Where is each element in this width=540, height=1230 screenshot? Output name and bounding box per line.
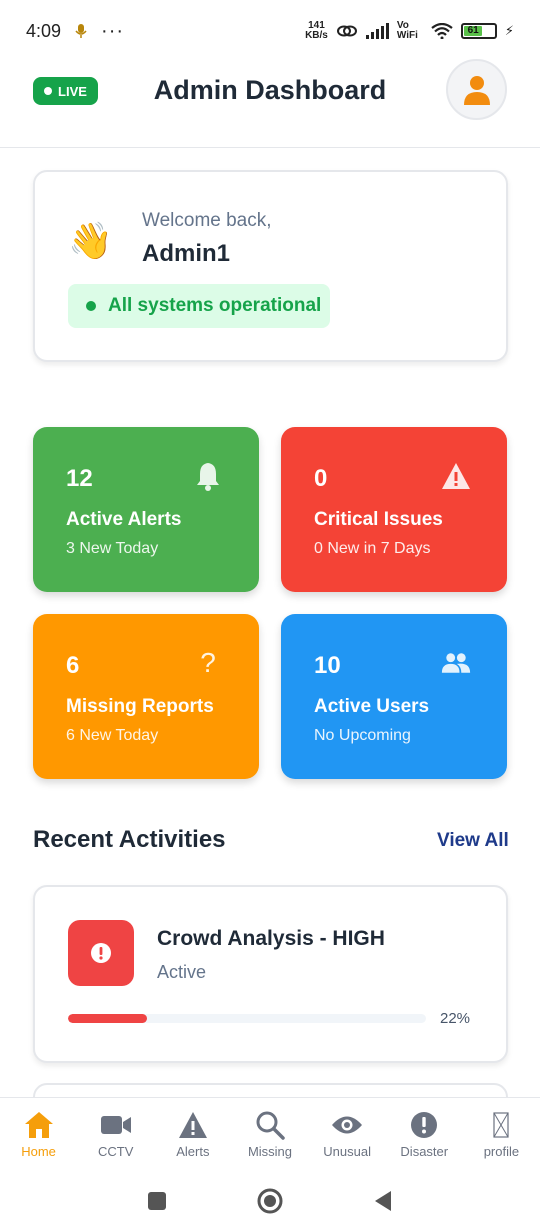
tab-label: Disaster [400,1144,449,1159]
video-icon [100,1110,132,1140]
bell-icon [193,461,223,491]
stat-subtext: 3 New Today [66,540,159,557]
status-bar: 4:09 ··· 141 KB/s Vo WiFi 61 ⚡ [0,0,540,62]
stat-card-missing-reports[interactable]: 6 ? Missing Reports 6 New Today [33,614,259,779]
activity-card[interactable]: Crowd Analysis - HIGH Active 22% [33,885,508,1063]
tab-cctv[interactable]: CCTV [77,1098,154,1171]
back-button[interactable] [373,1190,393,1212]
clock: 4:09 [26,20,62,41]
tab-disaster[interactable]: Disaster [386,1098,463,1171]
tab-label: Home [21,1144,56,1159]
stat-label: Active Users [314,696,430,717]
activity-progress-fill [68,1014,147,1023]
tab-label: Alerts [176,1144,210,1159]
home-icon [23,1110,55,1140]
activity-progress-bar [68,1014,426,1023]
search-icon [255,1110,285,1140]
stat-value: 12 [66,465,93,492]
stat-value: 0 [314,465,328,492]
more-icon: ··· [101,19,125,42]
stat-label: Missing Reports [66,696,214,717]
battery-icon: 61 [460,23,497,39]
tab-alerts[interactable]: Alerts [154,1098,231,1171]
stat-subtext: No Upcoming [314,727,411,744]
tab-label: Missing [247,1144,293,1159]
eye-icon [331,1110,363,1140]
link-icon [336,25,357,37]
welcome-greeting: Welcome back, [142,210,272,231]
welcome-card: 👋 Welcome back, Admin1 All systems opera… [33,170,508,362]
mic-icon [75,24,87,38]
broken-image-icon [493,1110,510,1140]
home-button[interactable] [257,1188,283,1214]
wifi-icon [431,23,453,39]
stat-card-active-users[interactable]: 10 Active Users No Upcoming [281,614,507,779]
stat-subtext: 0 New in 7 Days [314,540,431,557]
tab-missing[interactable]: Missing [231,1098,308,1171]
alert-circle-icon [68,920,134,986]
stat-label: Critical Issues [314,509,443,530]
question-icon: ? [200,647,216,678]
tab-label: CCTV [98,1144,134,1159]
activity-title: Crowd Analysis - HIGH [157,927,385,950]
app-header: LIVE Admin Dashboard [0,59,540,148]
activity-status: Active [157,962,207,982]
tab-home[interactable]: Home [0,1098,77,1171]
stat-value: 10 [314,652,341,679]
system-status-badge: All systems operational [68,284,330,328]
activity-progress-label: 22% [440,1010,471,1027]
signal-icon [365,23,389,39]
profile-avatar-button[interactable] [446,59,507,120]
status-dot-icon [86,301,96,311]
system-status-text: All systems operational [108,295,322,316]
stat-value: 6 [66,652,80,679]
stat-label: Active Alerts [66,509,182,530]
warning-icon [178,1110,208,1140]
waving-hand-icon: 👋 [68,220,113,261]
admin-name: Admin1 [142,240,231,267]
charging-icon: ⚡ [504,23,514,38]
user-icon [463,75,490,105]
warning-icon [441,461,471,491]
system-nav-bar [0,1171,540,1230]
recents-button[interactable] [147,1191,167,1211]
alert-circle-icon [410,1110,438,1140]
bottom-tab-bar: Home CCTV Alerts Missing Unusual Disaste… [0,1097,540,1171]
vowifi-label: Vo WiFi [396,20,418,41]
stat-card-critical-issues[interactable]: 0 Critical Issues 0 New in 7 Days [281,427,507,592]
users-icon [441,648,471,678]
tab-label: profile [483,1144,520,1159]
tab-label: Unusual [323,1144,371,1159]
network-speed: 141 KB/s [305,20,328,41]
tab-profile[interactable]: profile [463,1098,540,1171]
tab-unusual[interactable]: Unusual [309,1098,386,1171]
view-all-link[interactable]: View All [437,830,509,852]
recent-activities-title: Recent Activities [33,826,226,853]
stat-subtext: 6 New Today [66,727,159,744]
stat-card-active-alerts[interactable]: 12 Active Alerts 3 New Today [33,427,259,592]
